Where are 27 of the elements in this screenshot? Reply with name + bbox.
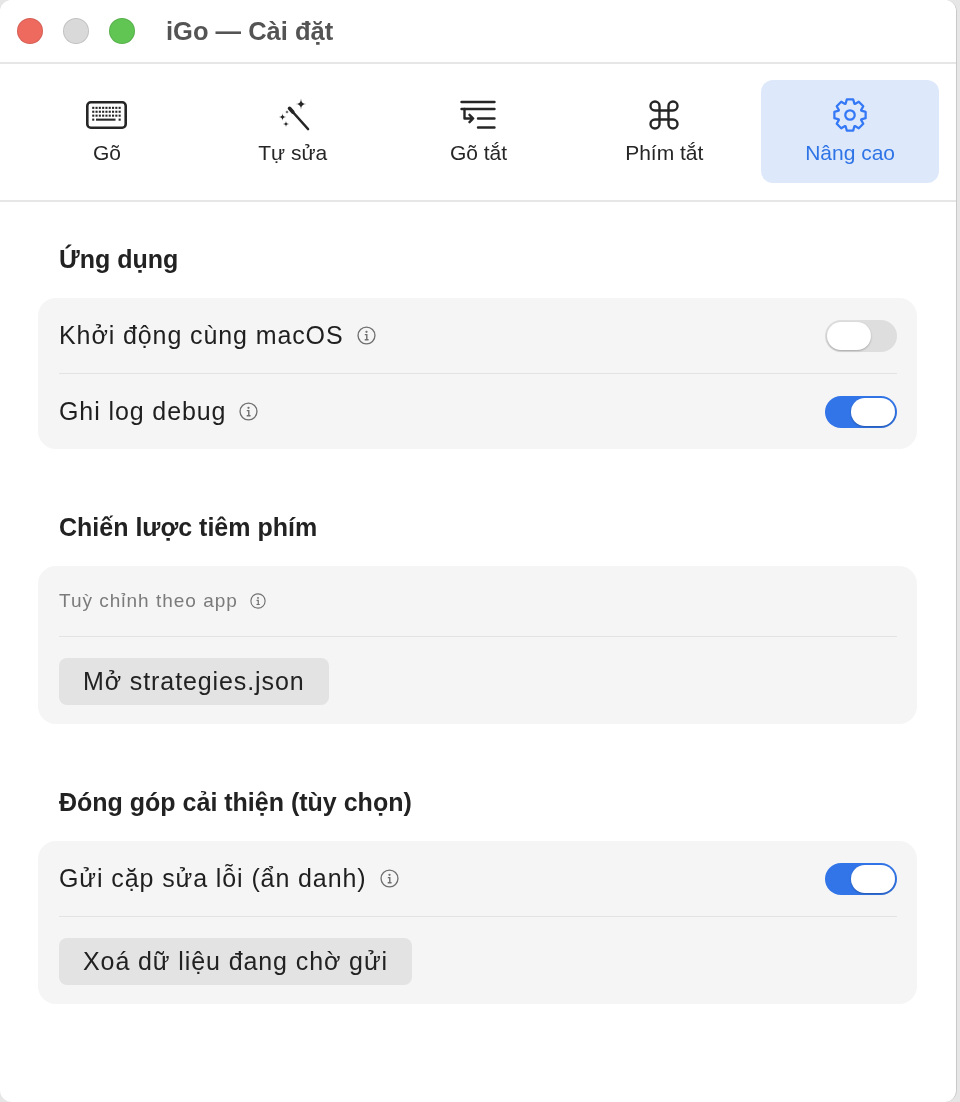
toolbar-tab[interactable]: Gõ tắt <box>389 80 568 183</box>
info-icon[interactable] <box>249 593 266 609</box>
toggle-switch[interactable] <box>825 862 897 895</box>
info-icon[interactable] <box>239 402 259 421</box>
action-button[interactable]: Xoá dữ liệu đang chờ gửi <box>59 938 412 985</box>
info-icon[interactable] <box>379 869 399 888</box>
settings-icon <box>832 97 869 133</box>
action-button[interactable]: Mở strategies.json <box>59 658 329 705</box>
setting-label: Gửi cặp sửa lỗi (ẩn danh) <box>59 864 367 893</box>
section-heading: Ứng dụng <box>59 246 179 272</box>
zoom-button[interactable] <box>109 18 135 44</box>
setting-label: Ghi log debug <box>59 397 227 426</box>
section-heading: Chiến lược tiêm phím <box>59 514 318 540</box>
keyboard-icon <box>86 101 128 129</box>
info-icon[interactable] <box>356 326 376 345</box>
lines-arrow-icon <box>460 100 497 130</box>
hint-label: Tuỳ chỉnh theo app <box>59 590 238 612</box>
toolbar-tab[interactable]: Tự sửa <box>203 80 382 183</box>
window-title: iGo — Cài đặt <box>166 16 334 46</box>
toggle-switch[interactable] <box>825 319 897 352</box>
section-heading: Đóng góp cải thiện (tùy chọn) <box>59 789 412 815</box>
close-button[interactable] <box>17 18 43 44</box>
toggle-switch[interactable] <box>825 395 897 428</box>
toolbar-tab[interactable]: Gõ <box>18 80 196 183</box>
toolbar-tab[interactable]: Phím tắt <box>575 80 754 183</box>
toolbar-tab[interactable]: Nâng cao <box>761 80 939 183</box>
setting-label: Khởi động cùng macOS <box>59 321 344 350</box>
